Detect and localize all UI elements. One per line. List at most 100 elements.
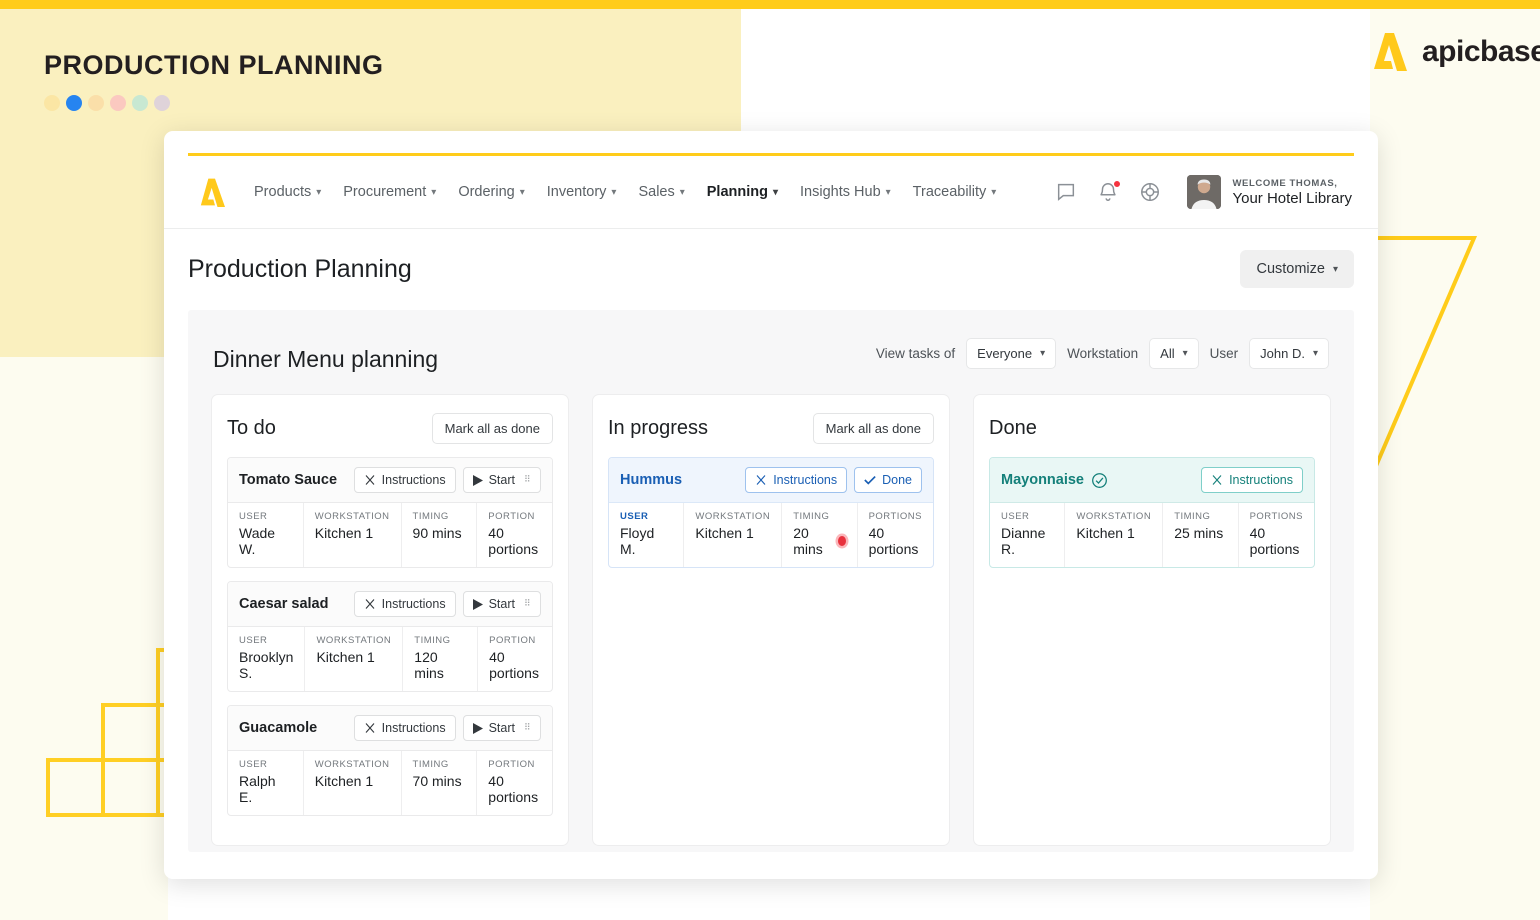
apicbase-logo: apicbase [1362, 28, 1540, 76]
user-menu[interactable]: WELCOME THOMAS, Your Hotel Library [1187, 175, 1352, 209]
drag-handle-icon[interactable]: ⠿ [524, 723, 531, 732]
nav-item-products[interactable]: Products ▾ [254, 184, 321, 200]
app-window: Products ▾ Procurement ▾ Ordering ▾ Invento… [164, 131, 1378, 879]
banner-dot [66, 95, 82, 111]
mark-all-as-done-button-in-progress[interactable]: Mark all as done [812, 412, 934, 444]
banner-dots [44, 95, 170, 111]
nav-item-planning[interactable]: Planning ▾ [707, 184, 778, 200]
apicbase-a-icon [1374, 33, 1407, 71]
task-meta-workstation: WORKSTATION Kitchen 1 [304, 751, 402, 815]
task-meta-user: USER Floyd M. [609, 503, 685, 567]
utensils-icon [365, 723, 375, 733]
page-title: Production Planning [188, 254, 412, 283]
chevron-down-icon: ▾ [1182, 348, 1188, 359]
help-icon[interactable] [1139, 181, 1161, 203]
utensils-icon [365, 475, 375, 485]
check-circle-icon [1092, 472, 1107, 488]
task-meta-portions: PORTIONS 40 portions [868, 511, 923, 557]
task-card[interactable]: Tomato Sauce Instructions Start ⠿ USER W… [227, 457, 553, 568]
top-accent-bar [0, 0, 1540, 9]
nav-item-insights-hub[interactable]: Insights Hub ▾ [800, 184, 891, 200]
main-navbar: Products ▾ Procurement ▾ Ordering ▾ Invento… [164, 156, 1378, 229]
task-card[interactable]: Mayonnaise Instructions USER Dianne R. W… [989, 457, 1315, 568]
banner-dot [44, 95, 60, 111]
chevron-down-icon: ▾ [431, 186, 437, 198]
banner-dot [110, 95, 126, 111]
start-button[interactable]: Start ⠿ [462, 591, 541, 617]
timing-value: 20 mins [793, 525, 823, 557]
check-icon [864, 475, 876, 485]
instructions-button[interactable]: Instructions [353, 591, 456, 617]
filter-value: Everyone [977, 346, 1033, 361]
task-meta-portion: PORTION 40 portions [488, 759, 539, 805]
task-meta-timing: TIMING 120 mins [403, 627, 479, 691]
chevron-down-icon: ▾ [519, 186, 525, 198]
banner-dot [132, 95, 148, 111]
drag-handle-icon[interactable]: ⠿ [524, 475, 531, 484]
task-meta-user: USER Dianne R. [990, 503, 1066, 567]
notification-badge [1113, 180, 1122, 188]
chevron-down-icon: ▾ [611, 186, 617, 198]
chevron-down-icon: ▾ [679, 186, 685, 198]
instructions-button[interactable]: Instructions [1201, 467, 1303, 493]
apicbase-wordmark: apicbase [1422, 35, 1540, 68]
instructions-button[interactable]: Instructions [353, 467, 456, 493]
decorative-triangle [1374, 232, 1480, 472]
nav-item-inventory[interactable]: Inventory ▾ [547, 184, 617, 200]
task-card[interactable]: Guacamole Instructions Start ⠿ USER Ralp… [227, 705, 553, 816]
column-title: Done [989, 416, 1037, 439]
nav-item-ordering[interactable]: Ordering ▾ [458, 184, 524, 200]
filter-value: John D. [1260, 346, 1305, 361]
utensils-icon [1212, 475, 1222, 485]
mark-all-as-done-button-to-do[interactable]: Mark all as done [431, 412, 553, 444]
task-title: Guacamole [239, 720, 318, 736]
chevron-down-icon: ▾ [1312, 348, 1318, 359]
task-meta-user: USER Wade W. [228, 503, 304, 567]
filter-label-workstation: Workstation [1067, 346, 1139, 361]
done-button[interactable]: Done [854, 467, 922, 493]
nav-item-procurement[interactable]: Procurement ▾ [343, 184, 436, 200]
instructions-button[interactable]: Instructions [745, 467, 848, 493]
chevron-down-icon: ▾ [885, 186, 891, 198]
page-header: Production Planning Customize ▾ [164, 229, 1378, 309]
filter-label-view-tasks-of: View tasks of [875, 346, 956, 361]
filter-workstation[interactable]: All ▾ [1149, 338, 1199, 369]
task-meta-workstation: WORKSTATION Kitchen 1 [1065, 503, 1164, 567]
task-meta-portion: PORTION 40 portions [489, 635, 539, 681]
task-card[interactable]: Caesar salad Instructions Start ⠿ USER B… [227, 581, 553, 692]
task-meta-timing: TIMING 70 mins [402, 751, 478, 815]
filter-value: All [1160, 346, 1175, 361]
instructions-button[interactable]: Instructions [353, 715, 456, 741]
task-meta-user: USER Brooklyn S. [228, 627, 306, 691]
banner-title: PRODUCTION PLANNING [44, 50, 384, 80]
column-done: Done Mayonnaise Instructions USER Dianne… [973, 394, 1331, 846]
nav-links: Products ▾ Procurement ▾ Ordering ▾ Invento… [254, 184, 996, 200]
task-meta-timing: TIMING 20 mins [782, 503, 858, 567]
customize-button[interactable]: Customize ▾ [1240, 250, 1354, 288]
start-button[interactable]: Start ⠿ [462, 715, 541, 741]
nav-item-traceability[interactable]: Traceability ▾ [913, 184, 997, 200]
chevron-down-icon: ▾ [316, 186, 322, 198]
utensils-icon [756, 475, 766, 485]
filter-user[interactable]: John D. ▾ [1249, 338, 1329, 369]
task-title: Mayonnaise [1001, 472, 1084, 488]
task-title-group: Mayonnaise [1001, 472, 1108, 489]
filter-label-user: User [1209, 346, 1239, 361]
task-meta-timing: TIMING 25 mins [1163, 503, 1239, 567]
task-card[interactable]: Hummus Instructions Done USER Floyd M. W… [608, 457, 934, 568]
filter-view-tasks-of[interactable]: Everyone ▾ [966, 338, 1057, 369]
nav-item-sales[interactable]: Sales ▾ [638, 184, 684, 200]
chat-icon[interactable] [1055, 181, 1077, 203]
task-title: Hummus [620, 472, 683, 488]
chevron-down-icon: ▾ [1040, 348, 1046, 359]
app-logo-icon[interactable] [190, 172, 230, 212]
task-meta-portions: PORTIONS 40 portions [1249, 511, 1304, 557]
start-button[interactable]: Start ⠿ [462, 467, 541, 493]
task-meta-user: USER Ralph E. [228, 751, 304, 815]
drag-handle-icon[interactable]: ⠿ [524, 599, 531, 608]
column-in-progress: In progress Mark all as done Hummus Inst… [592, 394, 950, 846]
column-to-do: To do Mark all as done Tomato Sauce Inst… [211, 394, 569, 846]
bell-icon[interactable] [1097, 180, 1122, 203]
library-name: Your Hotel Library [1232, 189, 1352, 207]
play-icon [472, 598, 483, 610]
